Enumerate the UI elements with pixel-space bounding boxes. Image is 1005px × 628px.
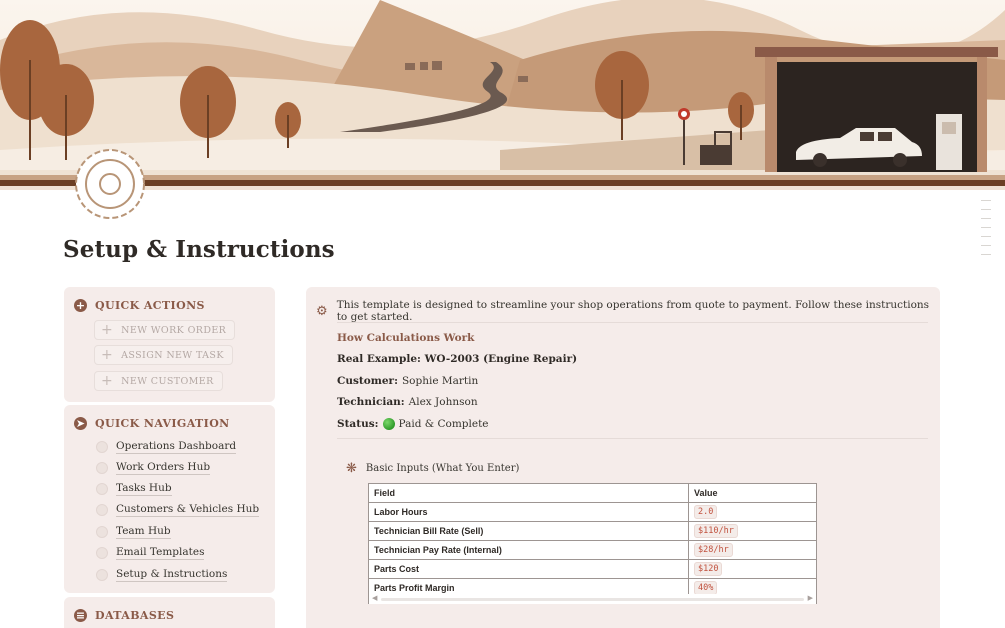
page-gear-icon[interactable] <box>72 146 148 222</box>
nav-link-email-templates[interactable]: Email Templates <box>96 546 205 560</box>
value-cell: $120 <box>688 559 817 579</box>
quick-actions-heading: QUICK ACTIONS <box>95 299 205 312</box>
nav-link-label: Customers & Vehicles Hub <box>116 503 260 517</box>
page-outline-ticks[interactable] <box>981 200 991 263</box>
value-cell: $110/hr <box>688 521 817 541</box>
nav-link-tasks-hub[interactable]: Tasks Hub <box>96 482 172 496</box>
field-cell: Parts Cost <box>368 559 689 579</box>
button-label: NEW WORK ORDER <box>121 324 227 336</box>
customer-line: Customer: Sophie Martin <box>337 375 478 387</box>
nav-link-customers-vehicles-hub[interactable]: Customers & Vehicles Hub <box>96 503 260 517</box>
assign-new-task-button[interactable]: + ASSIGN NEW TASK <box>94 345 233 365</box>
customer-value: Sophie Martin <box>401 375 479 387</box>
nav-link-work-orders-hub[interactable]: Work Orders Hub <box>96 461 211 475</box>
column-header: Value <box>688 483 817 503</box>
table-header-row: Field Value <box>368 483 817 503</box>
technician-label: Technician: <box>337 396 405 408</box>
status-label: Status: <box>337 418 379 430</box>
cover-landscape-illustration <box>0 0 1005 190</box>
page-link-icon <box>96 547 108 559</box>
table-horizontal-scrollbar[interactable]: ◀ ▶ <box>368 594 817 604</box>
example-title: Real Example: WO-2003 (Engine Repair) <box>337 353 577 365</box>
database-icon: ≡ <box>74 609 87 622</box>
plus-icon: + <box>101 373 114 389</box>
nav-link-team-hub[interactable]: Team Hub <box>96 525 171 539</box>
table-row[interactable]: Labor Hours 2.0 <box>368 502 817 522</box>
scroll-right-icon[interactable]: ▶ <box>808 594 813 602</box>
customer-label: Customer: <box>337 375 398 387</box>
scrollbar-track[interactable] <box>381 598 804 601</box>
column-header: Field <box>368 483 689 503</box>
status-line: Status: Paid & Complete <box>337 418 489 430</box>
plus-icon: + <box>101 347 114 363</box>
green-circle-icon <box>382 418 395 430</box>
value-cell: 2.0 <box>688 502 817 522</box>
table-row[interactable]: Technician Pay Rate (Internal) $28/hr <box>368 540 817 560</box>
example-title-text: Real Example: WO-2003 (Engine Repair) <box>337 353 578 365</box>
page-link-icon <box>96 483 108 495</box>
nav-link-label: Email Templates <box>116 546 205 560</box>
page-link-icon <box>96 441 108 453</box>
nav-link-setup-instructions[interactable]: Setup & Instructions <box>96 568 228 582</box>
page-link-icon <box>96 504 108 516</box>
technician-value: Alex Johnson <box>408 396 478 408</box>
status-value: Paid & Complete <box>398 418 489 430</box>
intro-text: This template is designed to streamline … <box>336 299 930 323</box>
field-cell: Technician Bill Rate (Sell) <box>368 521 689 541</box>
calculations-heading[interactable]: How Calculations Work <box>337 332 474 344</box>
quick-navigation-card: ➤ QUICK NAVIGATION Operations Dashboard … <box>64 405 275 593</box>
page-link-icon <box>96 526 108 538</box>
gear-icon: ⚙ <box>316 303 328 319</box>
divider <box>337 438 928 439</box>
new-work-order-button[interactable]: + NEW WORK ORDER <box>94 320 236 340</box>
button-label: NEW CUSTOMER <box>121 375 214 387</box>
plus-icon: + <box>101 322 114 338</box>
plus-circle-icon: + <box>74 299 87 312</box>
page-link-icon <box>96 462 108 474</box>
value-cell: $28/hr <box>688 540 817 560</box>
databases-card: ≡ DATABASES <box>64 597 275 628</box>
page-link-icon <box>96 569 108 581</box>
value-code: 40% <box>694 581 718 595</box>
value-code: $120 <box>694 562 723 576</box>
value-code: 2.0 <box>694 505 718 519</box>
databases-heading: DATABASES <box>95 609 175 622</box>
divider <box>337 322 928 323</box>
nav-link-label: Operations Dashboard <box>116 440 237 454</box>
asterisk-icon: ❋ <box>346 461 357 476</box>
table-row[interactable]: Technician Bill Rate (Sell) $110/hr <box>368 521 817 541</box>
scroll-left-icon[interactable]: ◀ <box>372 594 377 602</box>
nav-link-label: Tasks Hub <box>116 482 172 496</box>
field-cell: Technician Pay Rate (Internal) <box>368 540 689 560</box>
value-code: $110/hr <box>694 524 738 538</box>
basic-inputs-toggle[interactable]: ❋ Basic Inputs (What You Enter) <box>346 461 519 476</box>
compass-icon: ➤ <box>74 417 87 430</box>
quick-actions-card: + QUICK ACTIONS + NEW WORK ORDER + ASSIG… <box>64 287 275 402</box>
basic-inputs-heading: Basic Inputs (What You Enter) <box>365 463 520 474</box>
instructions-callout: ⚙ This template is designed to streamlin… <box>306 287 940 628</box>
nav-link-label: Team Hub <box>116 525 171 539</box>
page-title: Setup & Instructions <box>63 236 335 263</box>
new-customer-button[interactable]: + NEW CUSTOMER <box>94 371 223 391</box>
field-cell: Labor Hours <box>368 502 689 522</box>
technician-line: Technician: Alex Johnson <box>337 396 478 408</box>
page-cover <box>0 0 1005 190</box>
nav-link-operations-dashboard[interactable]: Operations Dashboard <box>96 440 237 454</box>
table-row[interactable]: Parts Cost $120 <box>368 559 817 579</box>
basic-inputs-table: Field Value Labor Hours 2.0 Technician B… <box>368 483 817 598</box>
quick-navigation-heading: QUICK NAVIGATION <box>95 417 230 430</box>
nav-link-label: Work Orders Hub <box>116 461 211 475</box>
nav-link-label: Setup & Instructions <box>116 568 228 582</box>
button-label: ASSIGN NEW TASK <box>121 349 224 361</box>
value-code: $28/hr <box>694 543 733 557</box>
